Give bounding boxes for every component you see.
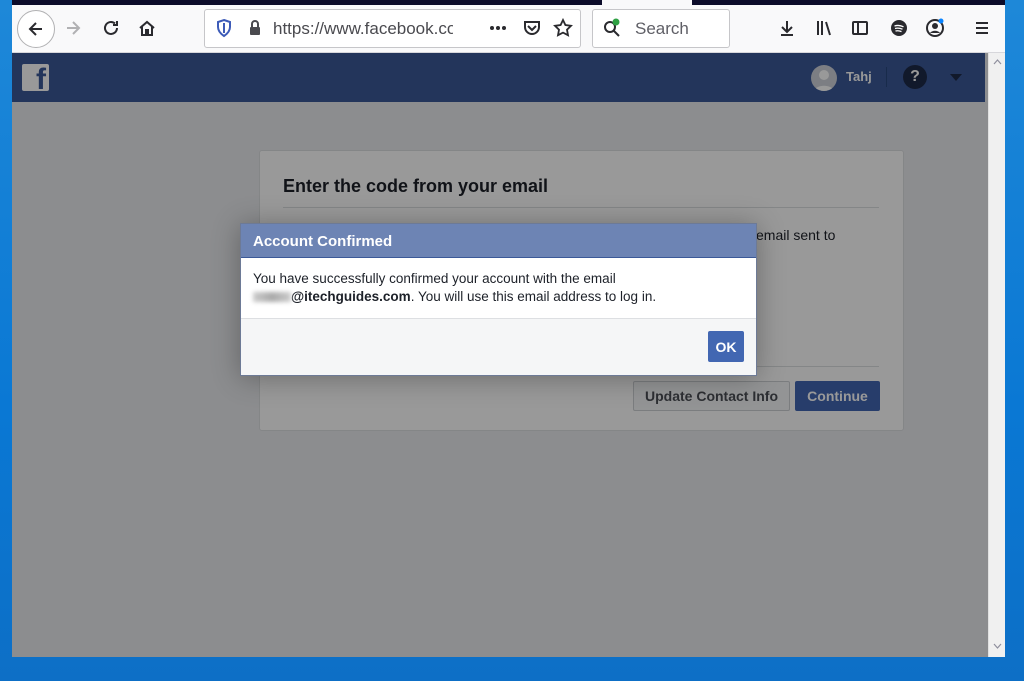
search-bar[interactable]: Search bbox=[592, 9, 730, 48]
pocket-icon[interactable] bbox=[517, 13, 547, 43]
forward-icon[interactable] bbox=[58, 13, 88, 43]
scroll-down-icon[interactable] bbox=[993, 643, 1002, 649]
lock-icon[interactable] bbox=[240, 13, 270, 43]
browser-toolbar: https://www.facebook.co Search bbox=[12, 5, 1005, 53]
blurred-email-user bbox=[253, 292, 291, 303]
web-page: f Tahj ? Enter the code from your email … bbox=[12, 53, 988, 657]
url-text[interactable]: https://www.facebook.co bbox=[273, 19, 453, 39]
url-bar[interactable]: https://www.facebook.co bbox=[204, 9, 581, 48]
account-icon[interactable] bbox=[920, 13, 950, 43]
menu-icon[interactable] bbox=[967, 13, 997, 43]
shield-icon[interactable] bbox=[209, 13, 239, 43]
bookmark-star-icon[interactable] bbox=[548, 13, 578, 43]
dialog-header: Account Confirmed bbox=[241, 224, 756, 258]
dialog-message-line1: You have successfully confirmed your acc… bbox=[253, 271, 616, 286]
library-icon[interactable] bbox=[809, 13, 839, 43]
sidebar-icon[interactable] bbox=[845, 13, 875, 43]
back-icon[interactable] bbox=[17, 10, 55, 48]
account-confirmed-dialog: Account Confirmed You have successfully … bbox=[240, 223, 757, 376]
download-icon[interactable] bbox=[772, 13, 802, 43]
home-icon[interactable] bbox=[132, 13, 162, 43]
search-input[interactable]: Search bbox=[635, 19, 689, 39]
email-domain: @itechguides.com bbox=[291, 289, 411, 304]
page-scrollbar[interactable] bbox=[988, 53, 1005, 657]
dialog-title: Account Confirmed bbox=[253, 233, 393, 250]
scroll-up-icon[interactable] bbox=[993, 59, 1002, 65]
spotify-icon[interactable] bbox=[884, 13, 914, 43]
ok-button[interactable]: OK bbox=[708, 331, 744, 362]
more-actions-icon[interactable] bbox=[483, 13, 513, 43]
dialog-message: You have successfully confirmed your acc… bbox=[253, 270, 743, 306]
browser-window: https://www.facebook.co Search f Tahj ? … bbox=[12, 0, 1005, 657]
dialog-message-line2: . You will use this email address to log… bbox=[410, 289, 657, 304]
dialog-footer: OK bbox=[241, 318, 756, 375]
search-engine-icon[interactable] bbox=[597, 13, 627, 43]
reload-icon[interactable] bbox=[96, 13, 126, 43]
